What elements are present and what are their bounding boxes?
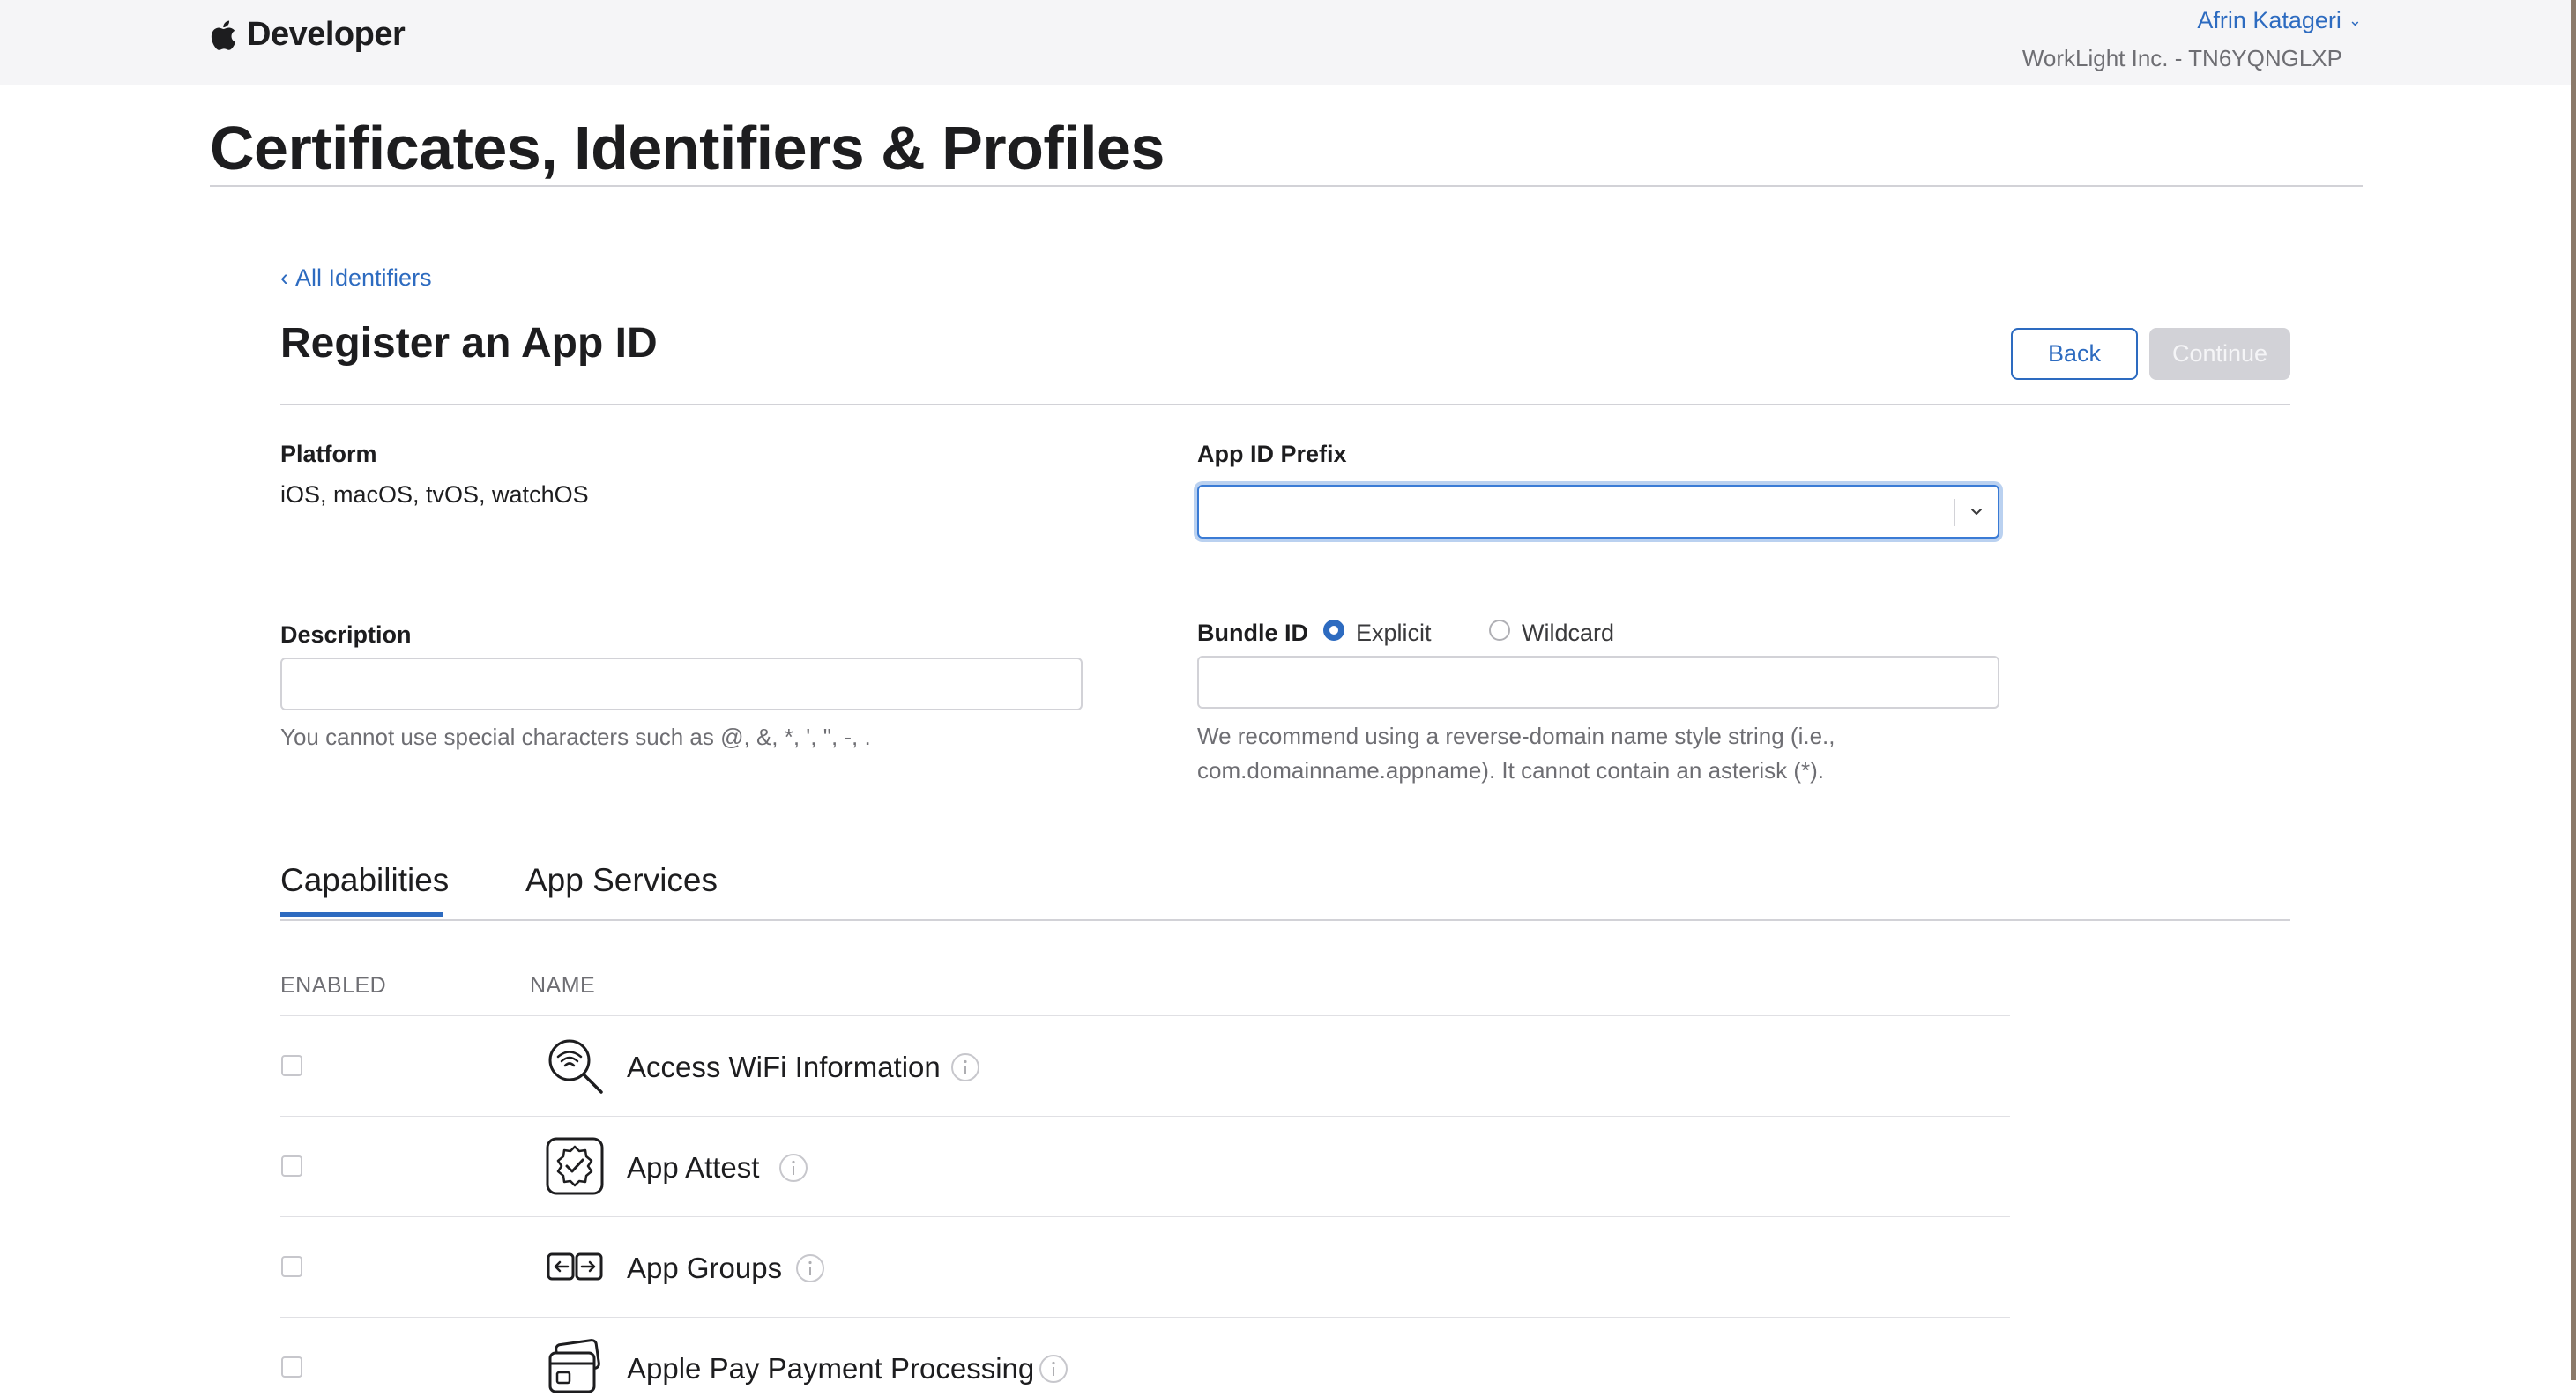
enable-checkbox-app-groups[interactable]: [281, 1256, 302, 1277]
back-link-label: All Identifiers: [295, 264, 432, 291]
platform-value: iOS, macOS, tvOS, watchOS: [280, 481, 589, 508]
enable-checkbox-app-attest[interactable]: [281, 1155, 302, 1177]
wildcard-radio-label[interactable]: Wildcard: [1522, 620, 1614, 647]
back-button[interactable]: Back: [2011, 328, 2138, 380]
user-menu-button[interactable]: Afrin Katageri ⌄: [2022, 7, 2362, 34]
platform-label: Platform: [280, 441, 377, 467]
wifi-search-icon: [548, 1039, 603, 1094]
description-input[interactable]: [280, 658, 1083, 710]
window-edge: [2571, 0, 2576, 1380]
page-title: Certificates, Identifiers & Profiles: [210, 114, 1165, 182]
divider: [280, 919, 2290, 921]
info-icon[interactable]: [1039, 1354, 1068, 1384]
info-icon[interactable]: [778, 1153, 808, 1183]
account-menu: Afrin Katageri ⌄ WorkLight Inc. - TN6YQN…: [2022, 7, 2362, 72]
section-title: Register an App ID: [280, 320, 658, 367]
continue-button[interactable]: Continue: [2149, 328, 2290, 380]
bundle-id-help-text: We recommend using a reverse-domain name…: [1197, 719, 1835, 788]
tab-capabilities[interactable]: Capabilities: [280, 862, 449, 899]
column-header-enabled: ENABLED: [280, 973, 387, 998]
table-divider: [280, 1015, 2010, 1016]
column-header-name: NAME: [530, 973, 596, 998]
app-id-prefix-label: App ID Prefix: [1197, 441, 1347, 467]
chevron-left-icon: ‹: [280, 264, 288, 291]
explicit-radio[interactable]: [1323, 620, 1344, 641]
table-divider: [280, 1216, 2010, 1217]
enable-checkbox-apple-pay[interactable]: [281, 1356, 302, 1378]
active-tab-indicator: [280, 912, 443, 917]
brand-name: Developer: [247, 16, 406, 53]
enable-checkbox-access-wifi[interactable]: [281, 1055, 302, 1076]
developer-logo[interactable]: Developer: [210, 16, 406, 54]
bundle-id-input[interactable]: [1197, 656, 1999, 709]
app-groups-arrows-icon: [547, 1252, 603, 1281]
info-icon[interactable]: [795, 1253, 825, 1283]
select-separator: [1954, 499, 1955, 526]
wildcard-radio[interactable]: [1489, 620, 1510, 641]
all-identifiers-link[interactable]: ‹ All Identifiers: [280, 264, 432, 292]
team-name: WorkLight Inc. - TN6YQNGLXP: [2021, 45, 2342, 71]
global-header: Developer Afrin Katageri ⌄ WorkLight Inc…: [0, 0, 2576, 85]
explicit-radio-label[interactable]: Explicit: [1356, 620, 1432, 647]
table-divider: [280, 1116, 2010, 1117]
apple-logo-icon: [211, 20, 236, 50]
description-label: Description: [280, 621, 412, 648]
capability-name: App Groups: [627, 1252, 783, 1284]
app-attest-badge-icon: [546, 1137, 604, 1195]
bundle-help-line: com.domainname.appname). It cannot conta…: [1197, 757, 1825, 784]
capability-name: App Attest: [627, 1151, 760, 1184]
apple-pay-cards-icon: [548, 1339, 600, 1393]
divider: [280, 404, 2290, 405]
description-help-text: You cannot use special characters such a…: [280, 724, 871, 750]
capability-name: Apple Pay Payment Processing: [627, 1352, 1035, 1385]
bundle-help-line: We recommend using a reverse-domain name…: [1197, 723, 1835, 749]
chevron-down-icon: ⌄: [2348, 11, 2362, 29]
user-name: Afrin Katageri: [2197, 7, 2341, 33]
info-icon[interactable]: [950, 1052, 980, 1082]
bundle-id-label: Bundle ID: [1197, 620, 1308, 646]
tab-app-services[interactable]: App Services: [525, 862, 718, 899]
divider: [210, 185, 2363, 187]
table-divider: [280, 1317, 2010, 1318]
chevron-down-icon: [1971, 509, 1982, 515]
app-id-prefix-select[interactable]: [1197, 485, 1999, 539]
capability-name: Access WiFi Information: [627, 1051, 941, 1083]
